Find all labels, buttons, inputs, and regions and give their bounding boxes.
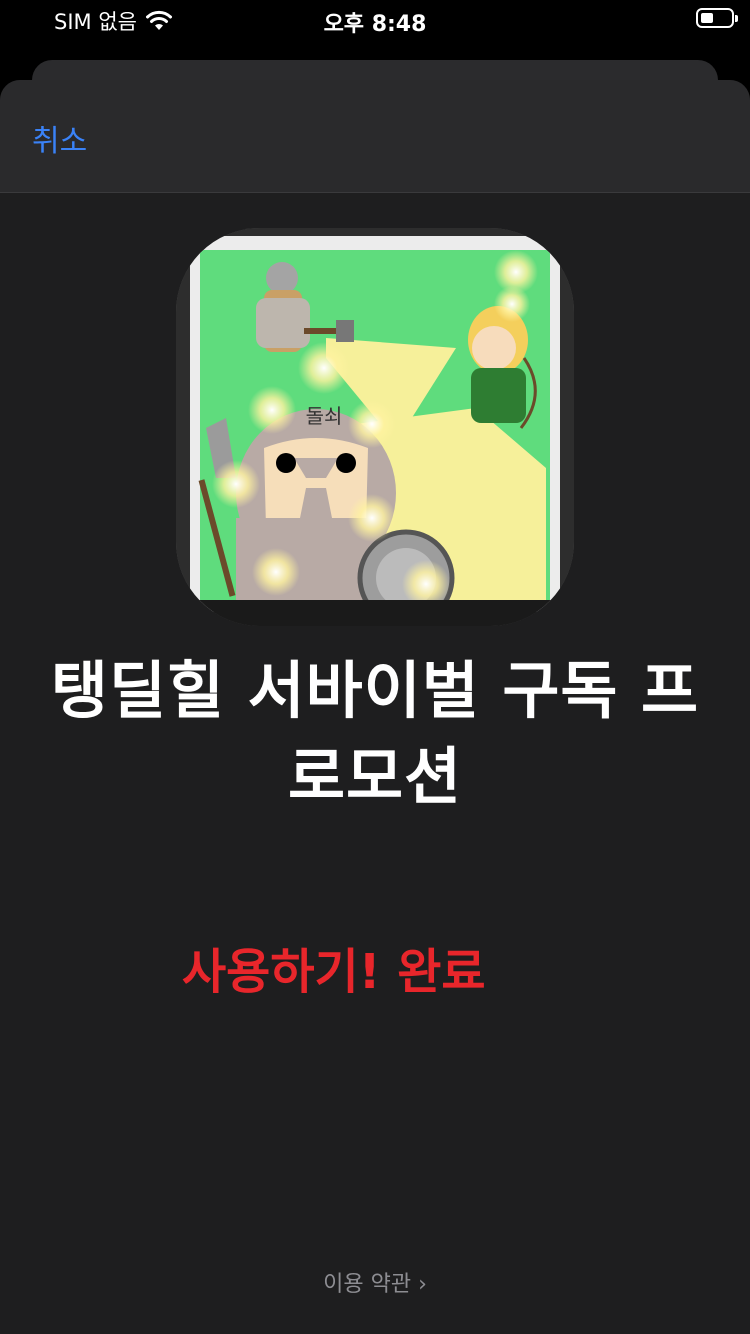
app-icon-art: 돌쇠 [176,228,574,626]
battery-icon [696,8,738,28]
promo-title-line-1: 탱딜힐 서바이벌 구독 프 [50,654,700,727]
redeem-status-message: 사용하기! 완료 [182,944,486,1000]
cancel-button[interactable]: 취소 [32,116,87,160]
sheet-header: 취소 [0,80,750,193]
status-bar: SIM 없음 오후 8:48 [0,0,750,40]
battery-level [701,13,713,23]
promo-sheet: 취소 돌쇠 탱딜힐 서바이벌 구독 프 로모션 사용하기! 완료 이용 약관 › [0,80,750,1334]
promo-title-line-2: 로모션 [287,740,463,813]
promo-title: 탱딜힐 서바이벌 구독 프 로모션 [40,648,710,820]
app-icon: 돌쇠 [176,228,574,626]
terms-link[interactable]: 이용 약관 › [0,1266,750,1298]
status-time: 오후 8:48 [323,12,427,37]
app-icon-overlay-label: 돌쇠 [306,404,343,428]
